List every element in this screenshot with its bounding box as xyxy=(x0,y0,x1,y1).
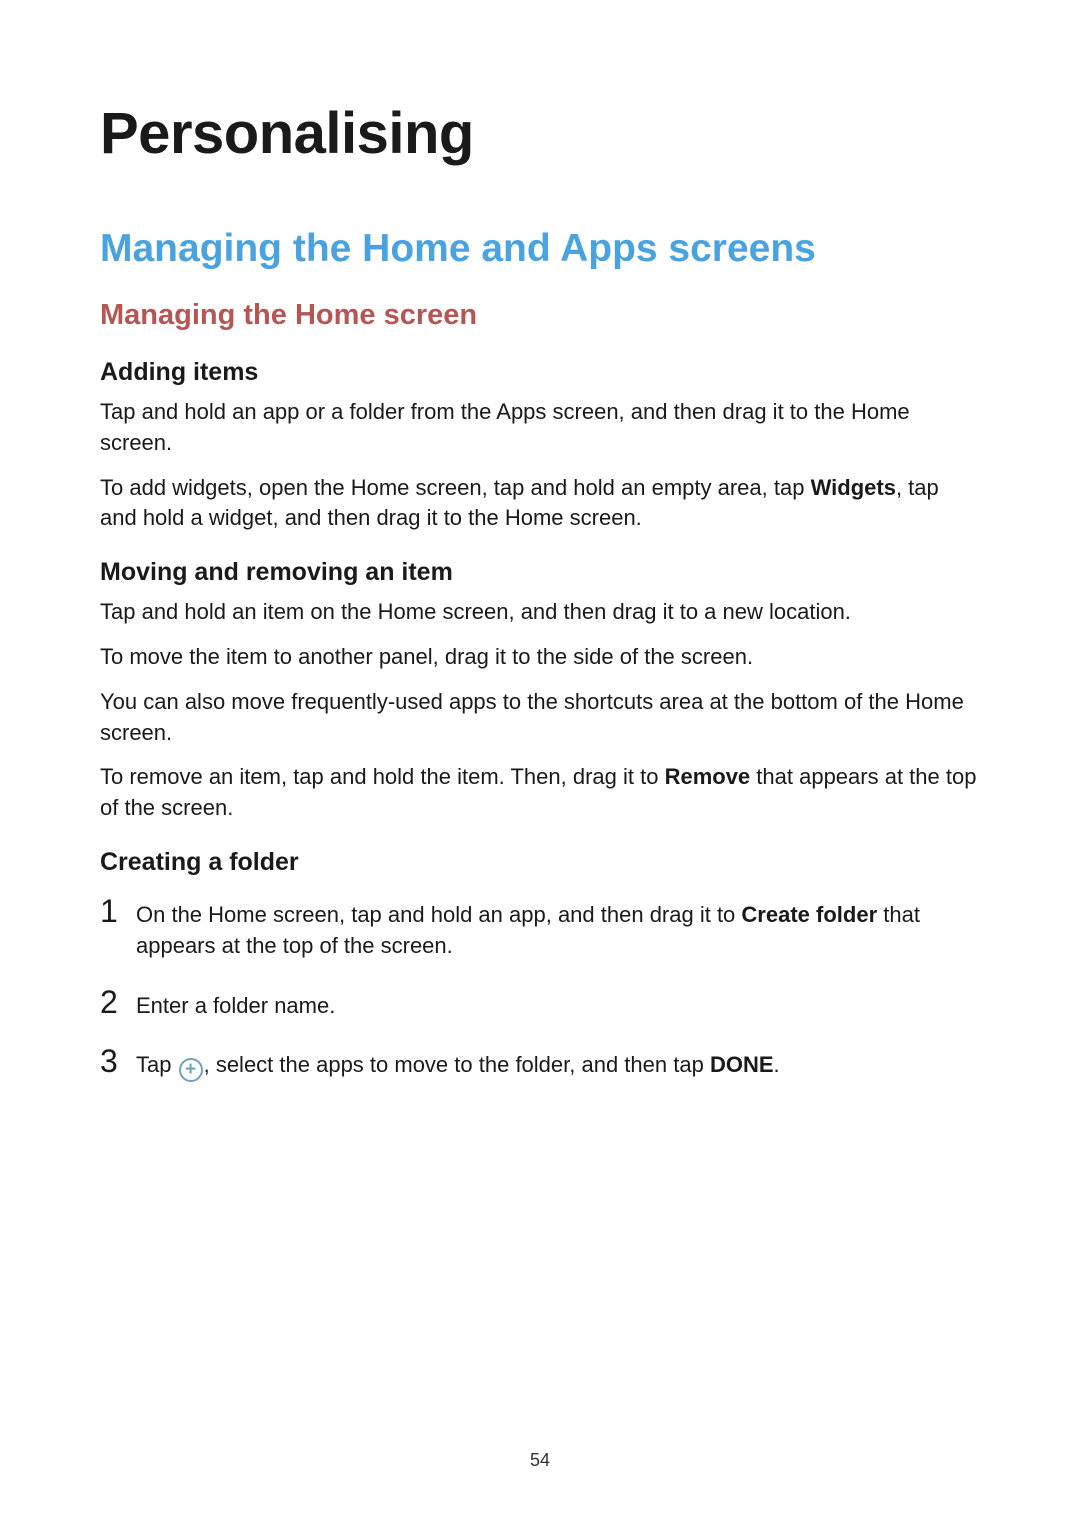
text: To add widgets, open the Home screen, ta… xyxy=(100,475,811,500)
paragraph: You can also move frequently-used apps t… xyxy=(100,687,980,749)
page-number: 54 xyxy=(0,1450,1080,1471)
step-number: 2 xyxy=(100,986,136,1018)
step-item: 3 Tap +, select the apps to move to the … xyxy=(100,1045,980,1082)
step-item: 1 On the Home screen, tap and hold an ap… xyxy=(100,895,980,962)
text: On the Home screen, tap and hold an app,… xyxy=(136,902,741,927)
step-body: On the Home screen, tap and hold an app,… xyxy=(136,895,980,962)
paragraph: To move the item to another panel, drag … xyxy=(100,642,980,673)
steps-list: 1 On the Home screen, tap and hold an ap… xyxy=(100,895,980,1082)
text: Tap xyxy=(136,1052,178,1077)
paragraph: Tap and hold an item on the Home screen,… xyxy=(100,597,980,628)
heading-adding-items: Adding items xyxy=(100,358,980,387)
step-number: 1 xyxy=(100,895,136,927)
paragraph: To remove an item, tap and hold the item… xyxy=(100,762,980,824)
plus-circle-icon: + xyxy=(179,1058,203,1082)
heading-moving-removing: Moving and removing an item xyxy=(100,558,980,587)
step-body: Enter a folder name. xyxy=(136,986,335,1022)
step-item: 2 Enter a folder name. xyxy=(100,986,980,1022)
bold-text: DONE xyxy=(710,1052,774,1077)
bold-text: Widgets xyxy=(811,475,896,500)
paragraph: To add widgets, open the Home screen, ta… xyxy=(100,473,980,535)
subsection-title: Managing the Home screen xyxy=(100,299,980,332)
page: Personalising Managing the Home and Apps… xyxy=(0,0,1080,1527)
text: , select the apps to move to the folder,… xyxy=(204,1052,710,1077)
bold-text: Create folder xyxy=(741,902,877,927)
step-body: Tap +, select the apps to move to the fo… xyxy=(136,1045,780,1082)
paragraph: Tap and hold an app or a folder from the… xyxy=(100,397,980,459)
section-title: Managing the Home and Apps screens xyxy=(100,227,980,271)
text: To remove an item, tap and hold the item… xyxy=(100,764,665,789)
text: . xyxy=(774,1052,780,1077)
step-number: 3 xyxy=(100,1045,136,1077)
page-title: Personalising xyxy=(100,100,980,167)
heading-creating-folder: Creating a folder xyxy=(100,848,980,877)
bold-text: Remove xyxy=(665,764,751,789)
